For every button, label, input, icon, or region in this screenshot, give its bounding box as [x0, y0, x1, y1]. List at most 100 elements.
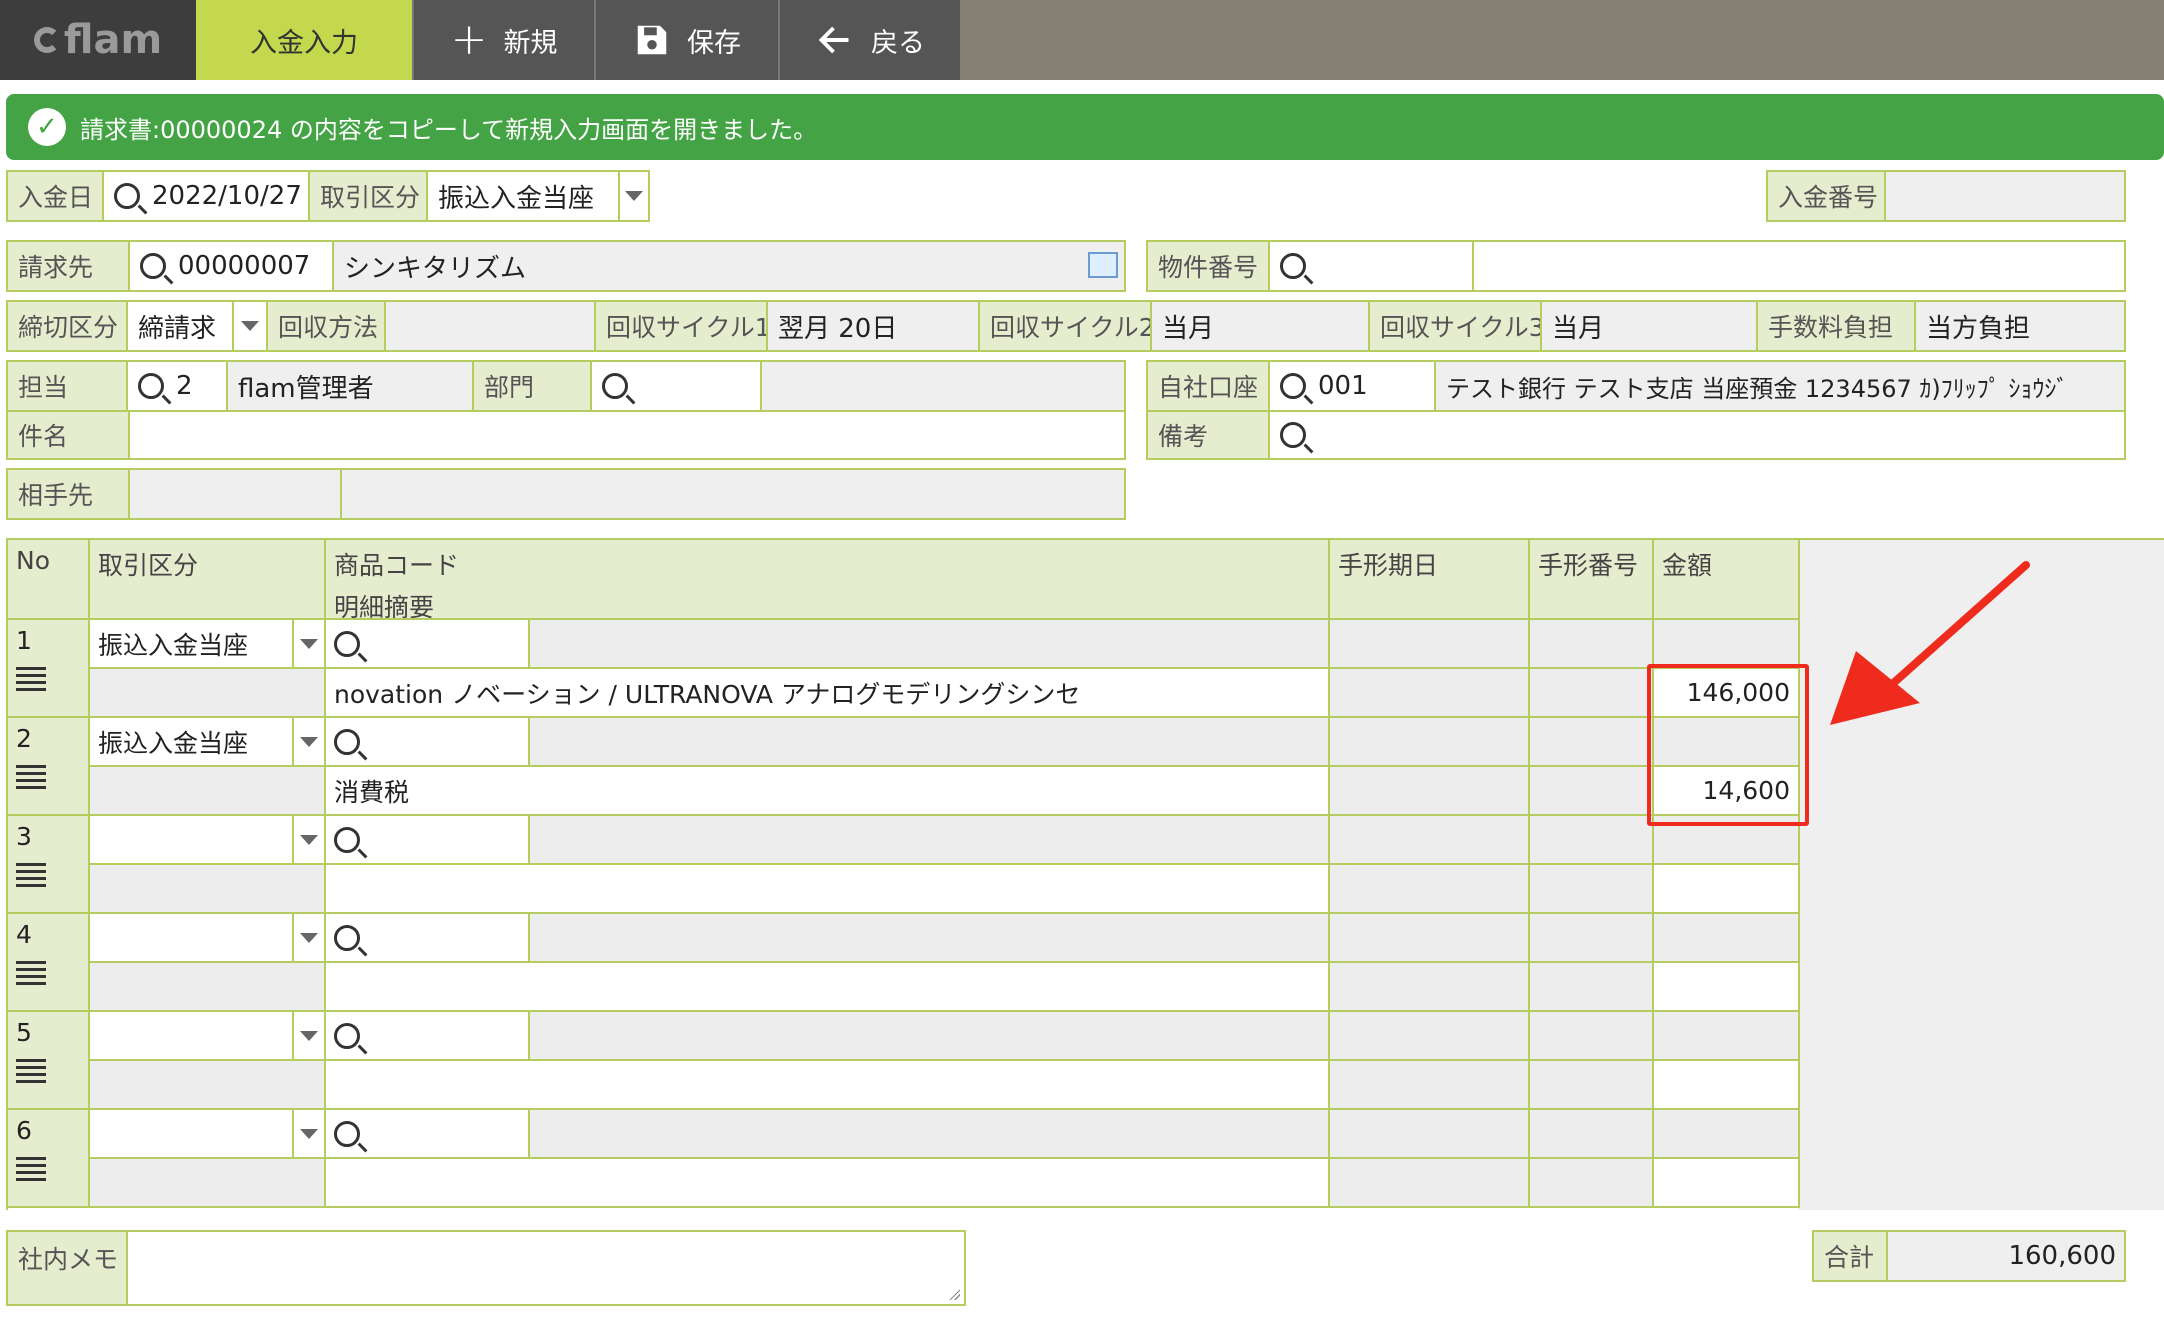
chevron-down-icon[interactable] — [292, 1110, 324, 1157]
row-bill-blank — [1530, 1159, 1654, 1208]
memo-group: 社内メモ — [6, 1230, 966, 1306]
row-bill-blank — [1530, 767, 1654, 816]
chevron-down-icon[interactable] — [292, 914, 324, 961]
row-summary-input[interactable]: 消費税 — [326, 767, 1330, 816]
save-button[interactable]: 保存 — [594, 0, 778, 80]
chevron-down-icon[interactable] — [292, 1012, 324, 1059]
row-product-code-field[interactable] — [326, 1012, 530, 1061]
subject-input[interactable] — [128, 412, 1124, 458]
chevron-down-icon[interactable] — [292, 718, 324, 765]
chevron-down-icon[interactable] — [618, 172, 648, 220]
row-number: 6 — [16, 1116, 32, 1145]
table-row-number: 6 — [8, 1110, 90, 1208]
grid-header-due: 手形期日 — [1330, 540, 1530, 620]
search-icon[interactable] — [334, 1022, 360, 1049]
row-trade-select[interactable] — [90, 914, 326, 963]
row-summary-input[interactable] — [326, 1061, 1330, 1110]
own-account-code-field[interactable]: 001 — [1268, 362, 1434, 410]
chevron-down-icon[interactable] — [232, 302, 266, 350]
collect-method-label: 回収方法 — [266, 302, 384, 350]
staff-group: 担当 2 flam管理者 部門 件名 — [6, 360, 1126, 460]
row-trade-select[interactable]: 振込入金当座 — [90, 718, 326, 767]
cycle3-label: 回収サイクル3 — [1368, 302, 1540, 350]
row-bill-number — [1530, 914, 1654, 963]
row-product-code-field[interactable] — [326, 1110, 530, 1159]
staff-code-field[interactable]: 2 — [126, 362, 226, 410]
cycle2-field: 当月 — [1150, 302, 1368, 350]
row-amount-input[interactable] — [1654, 1159, 1800, 1208]
total-amount: 160,600 — [1886, 1232, 2124, 1280]
row-due-blank — [1330, 767, 1530, 816]
row-summary-input[interactable] — [326, 865, 1330, 914]
row-menu-icon[interactable] — [16, 1157, 46, 1183]
payment-number-group: 入金番号 — [1766, 170, 2126, 222]
search-icon[interactable] — [334, 630, 360, 657]
row-product-code-field[interactable] — [326, 816, 530, 865]
row-menu-icon[interactable] — [16, 765, 46, 791]
remarks-field[interactable] — [1268, 412, 2124, 458]
billing-code-field[interactable]: 00000007 — [128, 242, 332, 290]
cycle1-field: 翌月 20日 — [766, 302, 978, 350]
chevron-down-icon[interactable] — [292, 620, 324, 667]
row-amount-input[interactable] — [1654, 963, 1800, 1012]
grid-header-no: No — [8, 540, 90, 620]
subject-label: 件名 — [8, 412, 128, 458]
logo-mark-icon — [33, 27, 60, 53]
row-due-blank — [1330, 669, 1530, 718]
row-due-date — [1330, 816, 1530, 865]
search-icon[interactable] — [334, 924, 360, 951]
search-icon[interactable] — [602, 373, 628, 399]
search-icon[interactable] — [1280, 373, 1306, 399]
billing-name-field: シンキタリズム — [332, 242, 1124, 290]
dept-code-field[interactable] — [590, 362, 760, 410]
property-code-field[interactable] — [1268, 242, 1472, 290]
property-group: 物件番号 — [1146, 240, 2126, 292]
row-trade-select[interactable]: 振込入金当座 — [90, 620, 326, 669]
row-summary-input[interactable] — [326, 1159, 1330, 1208]
row-summary-input[interactable]: novation ノベーション / ULTRANOVA アナログモデリングシンセ — [326, 669, 1330, 718]
search-icon[interactable] — [334, 1120, 360, 1147]
row-bill-blank — [1530, 669, 1654, 718]
row-trade-select[interactable] — [90, 1110, 326, 1159]
search-icon[interactable] — [1280, 422, 1306, 448]
back-button[interactable]: 戻る — [778, 0, 960, 80]
search-icon[interactable] — [138, 373, 164, 399]
closing-select[interactable]: 締請求 — [126, 302, 232, 350]
row-amount-input[interactable] — [1654, 865, 1800, 914]
row-amount-input[interactable] — [1654, 1061, 1800, 1110]
grid-header-amount: 金額 — [1654, 540, 1800, 620]
search-icon[interactable] — [334, 826, 360, 853]
collect-method-field — [384, 302, 594, 350]
search-icon[interactable] — [114, 183, 140, 209]
row-bill-number — [1530, 620, 1654, 669]
search-icon[interactable] — [140, 253, 166, 279]
row-product-code-field[interactable] — [326, 914, 530, 963]
row-due-date — [1330, 620, 1530, 669]
resize-handle-icon[interactable] — [948, 1288, 960, 1300]
row-due-date — [1330, 1012, 1530, 1061]
search-icon[interactable] — [1280, 253, 1306, 279]
property-name-field[interactable] — [1472, 242, 2124, 290]
table-row-number: 2 — [8, 718, 90, 816]
row-summary-input[interactable] — [326, 963, 1330, 1012]
tab-payment-entry[interactable]: 入金入力 — [196, 0, 412, 80]
lookup-window-icon[interactable] — [1088, 252, 1118, 278]
row-trade-select[interactable] — [90, 816, 326, 865]
row-due-blank — [1330, 963, 1530, 1012]
row-menu-icon[interactable] — [16, 863, 46, 889]
row-menu-icon[interactable] — [16, 1059, 46, 1085]
row-menu-icon[interactable] — [16, 667, 46, 693]
payment-date-field[interactable]: 2022/10/27 — [102, 172, 308, 220]
check-circle-icon: ✓ — [28, 108, 66, 146]
row-bill-number — [1530, 718, 1654, 767]
new-button[interactable]: + 新規 — [412, 0, 594, 80]
row-menu-icon[interactable] — [16, 961, 46, 987]
row-trade-select[interactable] — [90, 1012, 326, 1061]
chevron-down-icon[interactable] — [292, 816, 324, 863]
row-due-date — [1330, 1110, 1530, 1159]
row-product-code-field[interactable] — [326, 718, 530, 767]
search-icon[interactable] — [334, 728, 360, 755]
trade-type-select[interactable]: 振込入金当座 — [426, 172, 618, 220]
memo-textarea[interactable] — [126, 1232, 964, 1304]
row-product-code-field[interactable] — [326, 620, 530, 669]
